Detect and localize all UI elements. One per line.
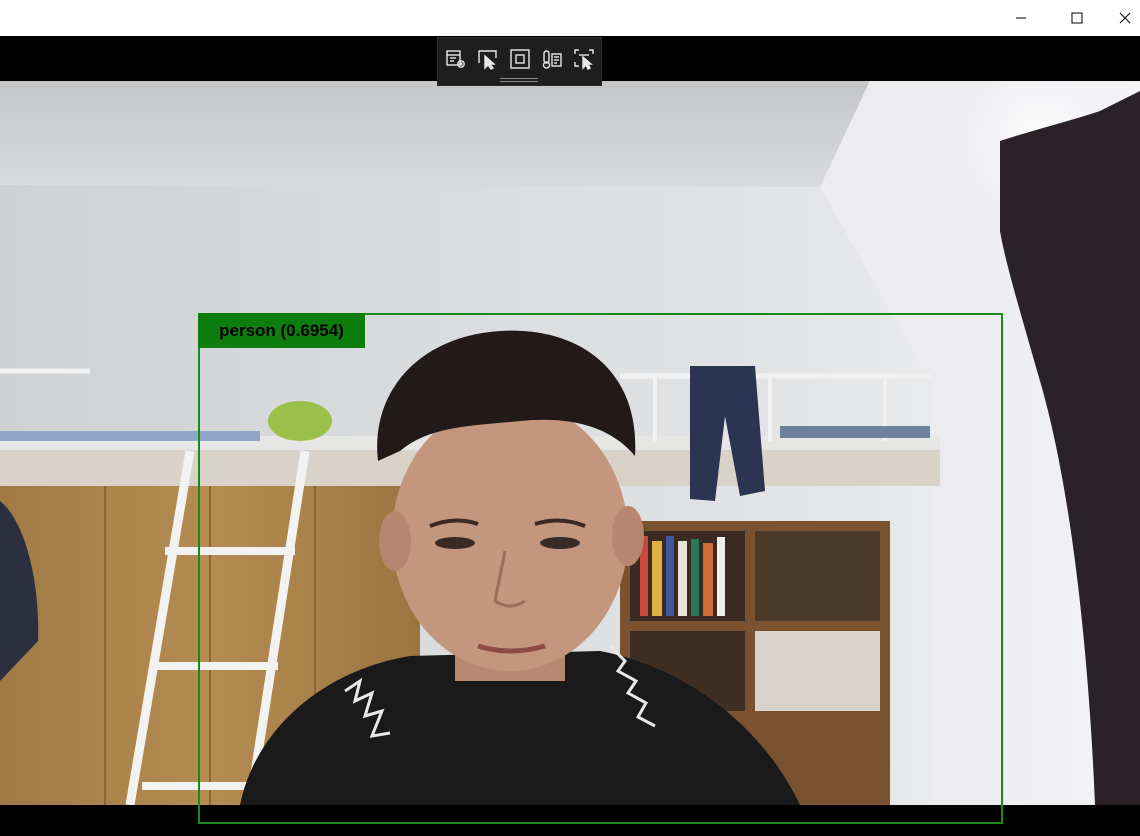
title-bar[interactable]: [0, 0, 1140, 36]
minimize-icon: [1016, 17, 1026, 19]
region-select-icon: [574, 49, 594, 70]
minimize-button[interactable]: [998, 0, 1044, 36]
region-select-button[interactable]: [571, 46, 597, 72]
close-button[interactable]: [1110, 0, 1140, 36]
toolbar-drag-handle[interactable]: [500, 78, 538, 82]
floating-toolbar: [437, 37, 602, 86]
temperature-icon: [542, 50, 562, 69]
detection-bounding-box: [198, 313, 1003, 824]
select-pointer-button[interactable]: [475, 46, 501, 72]
detection-label: person (0.6954): [198, 313, 365, 348]
select-pointer-icon: [478, 50, 497, 70]
temperature-button[interactable]: [539, 46, 565, 72]
settings-panel-icon: [446, 50, 465, 68]
frame-icon: [510, 49, 530, 69]
app-window: person (0.6954): [0, 0, 1140, 836]
close-icon: [1119, 12, 1131, 24]
maximize-icon: [1071, 12, 1083, 24]
maximize-button[interactable]: [1054, 0, 1100, 36]
frame-button[interactable]: [507, 46, 533, 72]
settings-panel-button[interactable]: [443, 46, 469, 72]
